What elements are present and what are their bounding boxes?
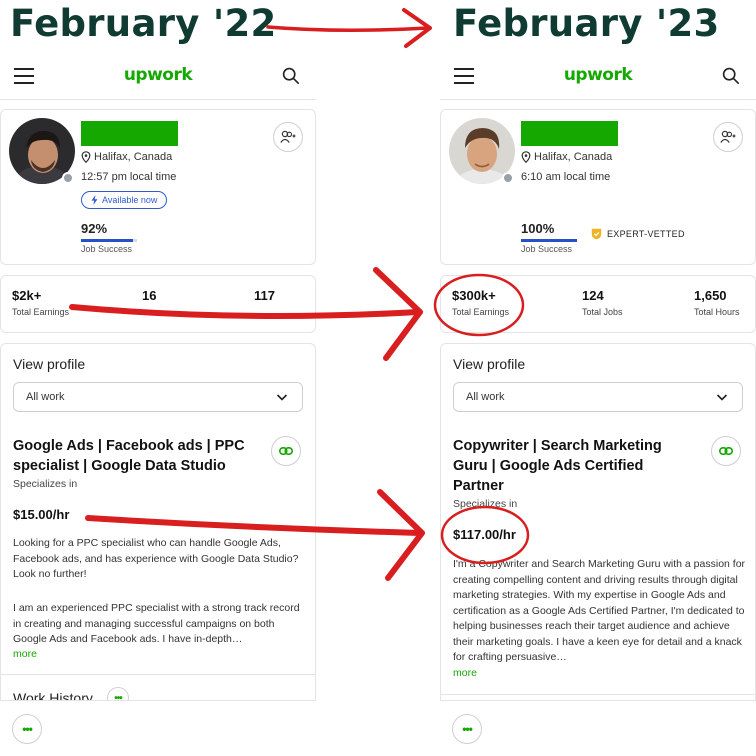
profile-details-card: View profile All work Copywriter | Searc… [440,343,756,756]
work-filter-dropdown[interactable]: All work [453,382,743,412]
lightning-icon [91,195,98,205]
stat-label: Total Earnings [452,307,510,317]
more-options-button[interactable]: ••• [452,714,482,744]
description-paragraph-1: Looking for a PPC specialist who can han… [13,537,299,580]
availability-text: Available now [102,195,158,205]
dropdown-value: All work [26,391,65,403]
arrowhead-earnings [373,267,423,361]
job-success-fill [521,239,577,242]
specializes-in-label[interactable]: Specializes in [13,478,77,490]
job-success-bar [521,239,577,242]
job-success-bar [81,239,137,242]
job-success-value: 100% [521,221,555,236]
stat-value: $2k+ [12,288,42,303]
view-profile-heading: View profile [453,356,526,372]
link-icon [279,446,293,456]
add-user-icon [280,130,296,143]
status-dot [62,172,74,184]
more-options-button[interactable]: ••• [12,714,42,744]
expert-vetted-badge: EXPERT-VETTED [591,228,685,240]
expert-badge-text: EXPERT-VETTED [607,229,685,239]
stats-card: $2k+ Total Earnings 16 117 [0,275,316,333]
stat-total-hours: 117 [254,288,275,303]
stat-total-jobs: 16 [142,288,156,303]
stat-label: Total Jobs [582,307,623,317]
stats-card: $300k+ Total Earnings 124 Total Jobs 1,6… [440,275,756,333]
profile-title: Copywriter | Search Marketing Guru | Goo… [453,438,662,494]
copy-link-button[interactable] [711,436,741,466]
description-paragraph: I'm a Copywriter and Search Marketing Gu… [453,558,746,663]
stat-total-hours: 1,650 Total Hours [694,288,740,317]
job-success-value: 92% [81,221,108,236]
location: Halifax, Canada [521,151,612,163]
stat-total-earnings: $2k+ Total Earnings [12,288,69,317]
top-navigation-bar: upwork [0,54,316,100]
stat-value: 117 [254,288,275,303]
profile-title: Google Ads | Facebook ads | PPC speciali… [13,438,245,474]
job-success-label: Job Success [81,244,133,254]
hourly-rate: $117.00/hr [453,527,516,542]
redacted-name [521,121,618,146]
chevron-down-icon [276,394,288,401]
more-link[interactable]: more [453,667,477,679]
arrowhead-headings [402,8,432,48]
location-text: Halifax, Canada [534,151,613,163]
upwork-logo[interactable]: upwork [0,65,316,85]
add-user-icon [720,130,736,143]
search-icon[interactable] [282,67,300,85]
stat-value: 1,650 [694,288,727,303]
redacted-name [81,121,178,146]
specializes-in-label[interactable]: Specializes in [453,498,517,510]
arrow-headings [266,25,430,33]
location: Halifax, Canada [81,151,172,163]
profile-details-card: View profile All work Google Ads | Faceb… [0,343,316,756]
chevron-down-icon [716,394,728,401]
hourly-rate: $15.00/hr [13,507,70,522]
status-dot [502,172,514,184]
stat-value: 124 [582,288,604,303]
location-pin-icon [521,151,531,163]
work-filter-dropdown[interactable]: All work [13,382,303,412]
arrowhead-rate [377,489,425,581]
profile-card: Halifax, Canada 6:10 am local time 100% … [440,109,756,265]
stat-value: 16 [142,288,157,303]
local-time: 12:57 pm local time [81,171,177,183]
stat-label: Total Hours [694,307,740,317]
invite-button[interactable] [273,122,303,152]
search-icon[interactable] [722,67,740,85]
profile-card: Halifax, Canada 12:57 pm local time Avai… [0,109,316,265]
divider [1,674,316,675]
description-paragraph-2: I am an experienced PPC specialist with … [13,602,300,645]
job-success-fill [81,239,133,242]
more-link[interactable]: more [13,648,37,660]
stat-label: Total Earnings [12,307,70,317]
view-profile-heading: View profile [13,356,86,372]
copy-link-button[interactable] [271,436,301,466]
bottom-bar: ••• [440,700,756,756]
top-navigation-bar: upwork [440,54,756,100]
stat-value: $300k+ [452,288,496,303]
job-success-label: Job Success [521,244,573,254]
dropdown-value: All work [466,391,505,403]
stat-total-earnings: $300k+ Total Earnings [452,288,509,317]
divider [441,694,756,695]
stat-total-jobs: 124 Total Jobs [582,288,623,317]
location-pin-icon [81,151,91,163]
availability-badge[interactable]: Available now [81,191,168,209]
heading-after: February '23 [453,2,720,45]
bottom-bar: ••• [0,700,316,756]
profile-screenshot-after: upwork Halifax, Canada 6:10 am local tim… [440,54,756,756]
expert-badge-icon [591,228,602,240]
location-text: Halifax, Canada [94,151,173,163]
invite-button[interactable] [713,122,743,152]
upwork-logo[interactable]: upwork [440,65,756,85]
local-time: 6:10 am local time [521,171,611,183]
heading-before: February '22 [10,2,277,45]
link-icon [719,446,733,456]
profile-screenshot-before: upwork Halifax, Canada 12:57 pm local ti… [0,54,316,756]
